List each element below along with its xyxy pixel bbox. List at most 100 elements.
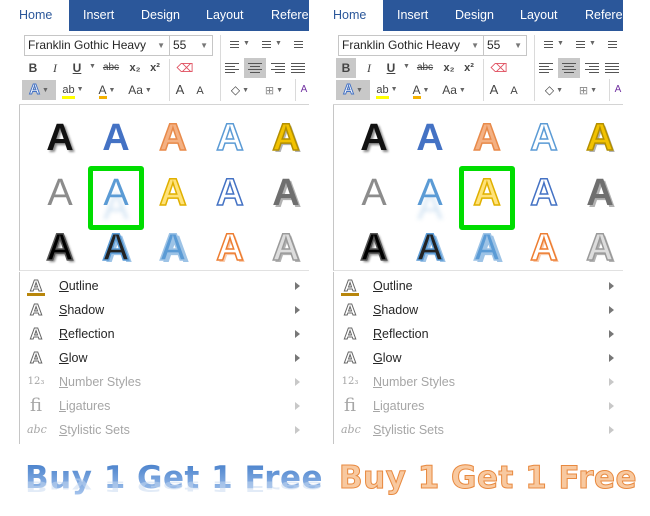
multilevel-list-icon[interactable] (289, 39, 303, 51)
text-effect-style-black-blue-shadow[interactable]: A (91, 223, 141, 273)
menu-item-glow[interactable]: A Glow (20, 346, 310, 370)
strikethrough-button[interactable]: abc (99, 58, 123, 78)
text-effect-style-black-heavy-shadow[interactable]: A (349, 223, 399, 273)
chevron-down-icon[interactable]: ▼ (403, 63, 410, 70)
tab-design[interactable]: Design (455, 0, 494, 31)
superscript-button[interactable]: x² (147, 58, 163, 78)
text-effect-style-orange-fill-outline[interactable]: A (462, 113, 512, 163)
bold-button[interactable]: B (25, 58, 41, 78)
text-effect-style-gray-bevel[interactable]: A (575, 168, 625, 218)
text-effect-style-white-outline-orange[interactable]: A (205, 223, 255, 273)
italic-button[interactable]: I (47, 58, 63, 78)
superscript-button[interactable]: x² (461, 58, 477, 78)
clear-formatting-eraser-icon[interactable]: ⌫ (176, 58, 194, 78)
tab-layout[interactable]: Layout (206, 0, 244, 31)
tab-references[interactable]: Referen (271, 0, 309, 31)
text-effect-style-gold-bevel[interactable]: A (261, 113, 311, 163)
text-effect-style-gray-fill[interactable]: A (35, 168, 85, 218)
clear-formatting-eraser-icon[interactable]: ⌫ (490, 58, 508, 78)
menu-item-outline[interactable]: A Outline (20, 274, 310, 298)
grow-font-button[interactable]: A (486, 80, 502, 100)
tab-references[interactable]: Referen (585, 0, 623, 31)
tab-home[interactable]: Home (19, 0, 69, 31)
tab-insert[interactable]: Insert (397, 0, 428, 31)
change-case-button[interactable]: Aa ▼ (125, 80, 155, 100)
text-effects-button[interactable]: A ▼ (336, 80, 370, 100)
text-effect-style-black-fill-shadow[interactable]: A (35, 113, 85, 163)
chevron-down-icon[interactable]: ▼ (514, 36, 522, 55)
align-right-icon[interactable] (585, 63, 599, 74)
strikethrough-button[interactable]: abc (413, 58, 437, 78)
align-right-icon[interactable] (271, 63, 285, 74)
underline-button[interactable]: U (69, 58, 85, 78)
tab-design[interactable]: Design (141, 0, 180, 31)
borders-button[interactable]: ⊞ ▼ (259, 80, 289, 100)
bullets-icon[interactable] (539, 39, 553, 51)
text-effect-style-black-blue-shadow[interactable]: A (405, 223, 455, 273)
text-effect-style-white-outline-orange[interactable]: A (519, 223, 569, 273)
chevron-down-icon[interactable]: ▼ (471, 36, 479, 55)
tab-layout[interactable]: Layout (520, 0, 558, 31)
chevron-down-icon[interactable]: ▼ (157, 36, 165, 55)
text-effect-style-light-gray-bevel[interactable]: A (261, 223, 311, 273)
bold-button[interactable]: B (336, 58, 356, 78)
subscript-button[interactable]: x₂ (127, 58, 143, 78)
text-effect-style-white-outline-dark-blue[interactable]: A (205, 168, 255, 218)
multilevel-list-icon[interactable] (603, 39, 617, 51)
shading-button[interactable]: ◇ ▼ (225, 80, 255, 100)
tab-insert[interactable]: Insert (83, 0, 114, 31)
text-effect-style-blue-heavy-shadow[interactable]: A (148, 223, 198, 273)
text-effect-style-white-outline-blue[interactable]: A (205, 113, 255, 163)
chevron-down-icon[interactable]: ▼ (275, 40, 282, 47)
chevron-down-icon[interactable]: ▼ (243, 40, 250, 47)
borders-button[interactable]: ⊞ ▼ (573, 80, 603, 100)
text-effect-style-white-outline-blue[interactable]: A (519, 113, 569, 163)
sort-icon[interactable]: A (613, 80, 623, 100)
font-name-combobox[interactable]: Franklin Gothic Heavy ▼ (338, 35, 484, 56)
numbering-icon[interactable] (257, 39, 271, 51)
font-name-combobox[interactable]: Franklin Gothic Heavy ▼ (24, 35, 170, 56)
change-case-button[interactable]: Aa ▼ (439, 80, 469, 100)
font-size-combobox[interactable]: 55 ▼ (169, 35, 213, 56)
align-left-icon[interactable] (225, 63, 239, 74)
text-effect-style-black-fill-shadow[interactable]: A (349, 113, 399, 163)
font-color-button[interactable]: A ▼ (93, 80, 121, 100)
bullets-icon[interactable] (225, 39, 239, 51)
chevron-down-icon[interactable]: ▼ (557, 40, 564, 47)
menu-item-reflection[interactable]: A Reflection (334, 322, 624, 346)
align-center-button[interactable] (244, 58, 266, 78)
shading-button[interactable]: ◇ ▼ (539, 80, 569, 100)
numbering-icon[interactable] (571, 39, 585, 51)
highlight-color-button[interactable]: ab ▼ (373, 80, 401, 100)
menu-item-shadow[interactable]: A Shadow (334, 298, 624, 322)
subscript-button[interactable]: x₂ (441, 58, 457, 78)
font-size-combobox[interactable]: 55 ▼ (483, 35, 527, 56)
font-color-button[interactable]: A ▼ (407, 80, 435, 100)
underline-button[interactable]: U (383, 58, 399, 78)
tab-home[interactable]: Home (333, 0, 383, 31)
text-effect-style-yellow-fill-outline[interactable]: A (148, 168, 198, 218)
menu-item-shadow[interactable]: A Shadow (20, 298, 310, 322)
text-effect-style-blue-heavy-shadow[interactable]: A (462, 223, 512, 273)
text-effect-style-blue-fill[interactable]: A (91, 113, 141, 163)
sort-icon[interactable]: A (299, 80, 309, 100)
text-effect-style-white-outline-dark-blue[interactable]: A (519, 168, 569, 218)
menu-item-reflection[interactable]: A Reflection (20, 322, 310, 346)
text-effect-style-black-heavy-shadow[interactable]: A (35, 223, 85, 273)
grow-font-button[interactable]: A (172, 80, 188, 100)
italic-button[interactable]: I (361, 58, 377, 78)
justify-icon[interactable] (605, 63, 619, 74)
text-effect-style-gold-bevel[interactable]: A (575, 113, 625, 163)
menu-item-outline[interactable]: A Outline (334, 274, 624, 298)
chevron-down-icon[interactable]: ▼ (89, 63, 96, 70)
shrink-font-button[interactable]: A (193, 81, 207, 101)
text-effect-style-gray-bevel[interactable]: A (261, 168, 311, 218)
text-effect-style-gray-fill[interactable]: A (349, 168, 399, 218)
text-effect-style-orange-fill-outline[interactable]: A (148, 113, 198, 163)
chevron-down-icon[interactable]: ▼ (200, 36, 208, 55)
text-effect-style-light-gray-bevel[interactable]: A (575, 223, 625, 273)
text-effect-style-blue-reflection[interactable]: A (405, 168, 455, 218)
text-effect-style-blue-fill[interactable]: A (405, 113, 455, 163)
text-effects-button[interactable]: A ▼ (22, 80, 56, 100)
menu-item-glow[interactable]: A Glow (334, 346, 624, 370)
